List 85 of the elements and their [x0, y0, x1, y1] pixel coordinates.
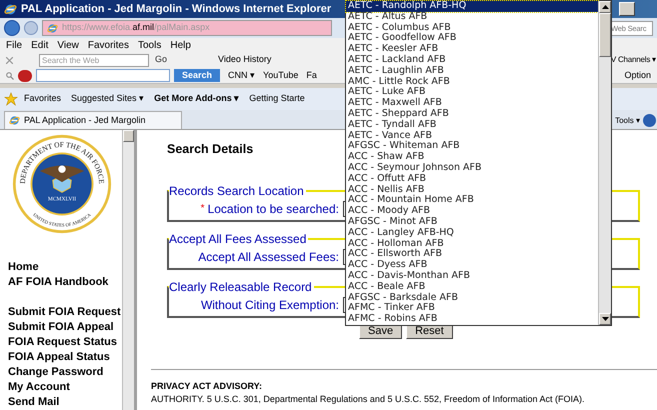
field-label: Accept All Assessed Fees: — [198, 248, 339, 266]
browser-globe-icon — [47, 22, 58, 34]
field-label: Location to be searched: — [208, 200, 339, 218]
tools-menu[interactable]: Tools ▾ — [615, 114, 640, 126]
menu-item[interactable]: Favorites — [88, 38, 129, 52]
page-heading: Search Details — [167, 141, 254, 158]
nav-link[interactable]: Send Mail — [8, 395, 122, 410]
help-icon[interactable] — [643, 114, 656, 127]
window-title: PAL Application - Jed Margolin - Windows Internet Explorer — [21, 2, 332, 17]
advisory-text: AUTHORITY. 5 U.S.C. 301, Departmental Regulations and 5 U.S.C. 552, Freedom of Information Act (FOIA). — [151, 393, 586, 406]
go-button[interactable]: Go — [155, 53, 168, 67]
dropdown-option[interactable]: AETC - Goodfellow AFB — [346, 33, 598, 44]
dropdown-option[interactable]: AFMC - Robins AFB — [346, 314, 598, 325]
search-button[interactable]: Search — [174, 69, 220, 82]
star-icon[interactable] — [4, 92, 18, 106]
dropdown-option[interactable]: ACC - Holloman AFB — [346, 238, 598, 250]
nav-link[interactable]: Home — [8, 260, 122, 275]
scroll-thumb[interactable] — [599, 13, 611, 57]
favorites-bar-link[interactable]: Suggested Sites ▾ — [71, 92, 144, 106]
dropdown-option[interactable]: AFMC - Tinker AFB — [346, 303, 598, 314]
favorites-bar-link[interactable]: Get More Add-ons ▾ — [154, 92, 240, 106]
dropdown-scrollbar[interactable] — [598, 1, 611, 325]
dropdown-option[interactable]: AETC - Maxwell AFB — [346, 98, 598, 109]
up-arrow-icon — [602, 5, 608, 9]
browser-tab[interactable]: PAL Application - Jed Margolin — [4, 111, 182, 129]
browser-globe-icon — [4, 2, 17, 16]
dropdown-option[interactable]: ACC - Shaw AFB — [346, 152, 598, 163]
dropdown-option[interactable]: ACC - Seymour Johnson AFB — [346, 162, 598, 174]
favorites-link[interactable]: Favorites — [24, 92, 62, 106]
dropdown-option[interactable]: AFGSC - Minot AFB — [346, 216, 598, 228]
options-link[interactable]: Option — [624, 68, 651, 82]
menu-item[interactable]: View — [57, 38, 79, 52]
dropdown-option[interactable]: AETC - Altus AFB — [346, 12, 598, 23]
dropdown-option[interactable]: AETC - Laughlin AFB — [346, 66, 598, 77]
browser-globe-icon — [9, 115, 20, 126]
dropdown-option[interactable]: ACC - Offutt AFB — [346, 174, 598, 185]
dropdown-option[interactable]: ACC - Davis-Monthan AFB — [346, 270, 598, 282]
scroll-up-button[interactable] — [599, 1, 611, 13]
required-mark: * — [200, 202, 205, 216]
nav-link[interactable]: Submit FOIA Appeal — [8, 320, 122, 335]
toolbar-search-field[interactable]: Search the Web — [39, 54, 149, 66]
search-icon — [6, 72, 14, 80]
dropdown-option[interactable]: AETC - Sheppard AFB — [346, 108, 598, 120]
menu-item[interactable]: Tools — [138, 38, 162, 52]
minimize-button[interactable] — [619, 2, 635, 16]
menu-item[interactable]: Edit — [31, 38, 48, 52]
dropdown-option[interactable]: AETC - Tyndall AFB — [346, 120, 598, 131]
scroll-down-button[interactable] — [599, 313, 611, 325]
dropdown-option[interactable]: AETC - Randolph AFB-HQ — [346, 1, 598, 12]
dropdown-option[interactable]: ACC - Nellis AFB — [346, 184, 598, 196]
dropdown-option[interactable]: AFGSC - Whiteman AFB — [346, 141, 598, 152]
scrollbar[interactable] — [122, 130, 134, 410]
dropdown-option[interactable]: ACC - Langley AFB-HQ — [346, 228, 598, 239]
dropdown-option[interactable]: ACC - Mountain Home AFB — [346, 195, 598, 206]
advisory-title: PRIVACY ACT ADVISORY: — [151, 380, 264, 393]
dropdown-option[interactable]: AETC - Keesler AFB — [346, 44, 598, 55]
menu-item[interactable]: File — [6, 38, 22, 52]
dropdown-option[interactable]: AETC - Vance AFB — [346, 130, 598, 142]
dropdown-option[interactable]: ACC - Dyess AFB — [346, 260, 598, 271]
dropdown-option[interactable]: ACC - Ellsworth AFB — [346, 249, 598, 260]
toolbar-link[interactable]: YouTube — [263, 68, 298, 82]
toolbar-link[interactable]: Fa — [306, 68, 317, 82]
dropdown-option[interactable]: AETC - Luke AFB — [346, 87, 598, 98]
dropdown-option[interactable]: AETC - Columbus AFB — [346, 22, 598, 34]
field-label: Without Citing Exemption: — [200, 296, 339, 314]
nav-link[interactable]: Submit FOIA Request — [8, 305, 122, 320]
dropdown-option[interactable]: AETC - Lackland AFB — [346, 54, 598, 66]
down-arrow-icon — [602, 317, 608, 321]
dropdown-option[interactable]: AMC - Little Rock AFB — [346, 76, 598, 88]
toolbar-search-input[interactable] — [36, 69, 170, 82]
toolbar-link[interactable]: CNN ▾ — [228, 68, 256, 82]
menu-item[interactable]: Help — [170, 38, 191, 52]
video-history-link[interactable]: Video History — [218, 53, 272, 67]
nav-link[interactable]: FOIA Appeal Status — [8, 350, 122, 365]
dropdown-option[interactable]: ACC - Moody AFB — [346, 206, 598, 217]
nav-link[interactable]: AF FOIA Handbook — [8, 275, 122, 290]
dropdown-option[interactable]: AFGSC - Barksdale AFB — [346, 292, 598, 304]
favorites-bar-link[interactable]: Getting Starte — [249, 92, 305, 106]
dropdown-option[interactable]: ACC - Beale AFB — [346, 282, 598, 293]
url-text: https://www.efoia.af.mil/palMain.aspx — [62, 21, 210, 34]
back-button[interactable] — [4, 20, 20, 36]
nav-link[interactable]: Change Password — [8, 365, 122, 380]
address-field[interactable]: https://www.efoia.af.mil/palMain.aspx — [42, 20, 332, 36]
nav-link[interactable]: FOIA Request Status — [8, 335, 122, 350]
nav-link[interactable]: My Account — [8, 380, 122, 395]
